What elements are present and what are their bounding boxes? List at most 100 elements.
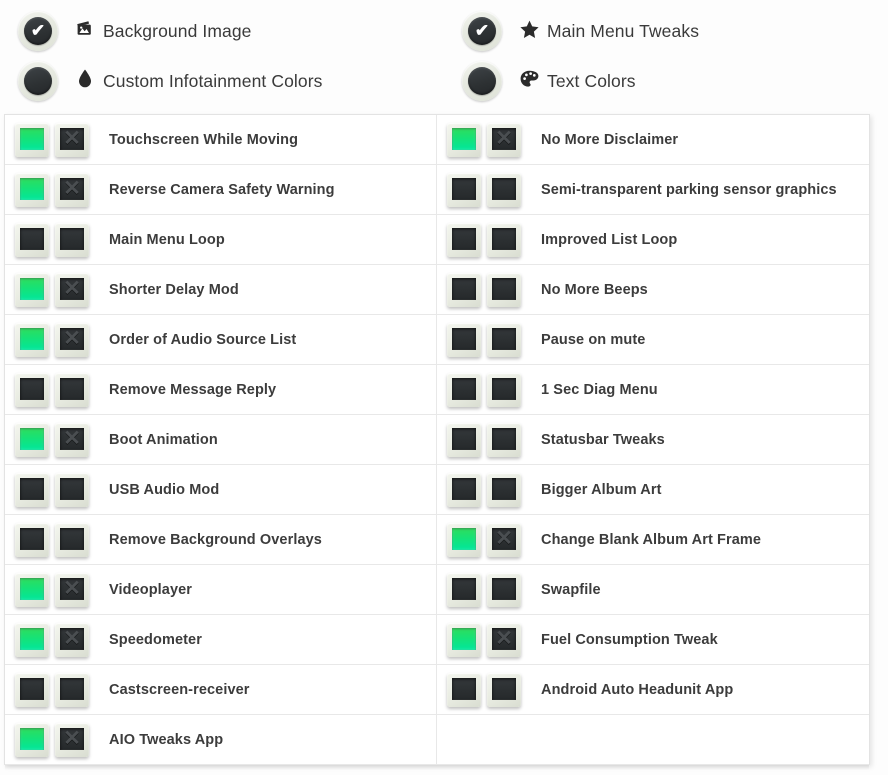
tweak-label: Fuel Consumption Tweak — [541, 631, 718, 648]
tweak-row[interactable]: ✕✕ Main Menu Loop — [5, 215, 436, 265]
toggle-face: ✕ — [20, 427, 44, 450]
enable-toggle-off[interactable]: ✕ — [447, 572, 481, 607]
enable-toggle-off[interactable]: ✕ — [15, 372, 49, 407]
enable-toggle-on[interactable]: ✕ — [15, 572, 49, 607]
tweak-toggle-group: ✕✕ — [15, 522, 95, 557]
remove-toggle-inactive[interactable]: ✕ — [487, 172, 521, 207]
tweak-row[interactable]: ✕✕Touchscreen While Moving — [5, 115, 436, 165]
remove-toggle-inactive[interactable]: ✕ — [487, 272, 521, 307]
header-toggle-item[interactable]: ✔ Main Menu Tweaks — [462, 10, 699, 52]
tweak-row[interactable]: ✕✕AIO Tweaks App — [5, 715, 436, 765]
remove-toggle-inactive[interactable]: ✕ — [487, 472, 521, 507]
enable-toggle-on[interactable]: ✕ — [447, 122, 481, 157]
enable-toggle-off[interactable]: ✕ — [15, 522, 49, 557]
tweak-row[interactable]: ✕✕Order of Audio Source List — [5, 315, 436, 365]
remove-toggle-inactive[interactable]: ✕ — [55, 722, 89, 757]
tweaks-column-right: ✕✕No More Disclaimer✕✕Semi-transparent p… — [437, 115, 869, 765]
tweak-row[interactable]: ✕ ✕ Boot Animation — [5, 415, 436, 465]
toggle-face: ✕ — [60, 277, 84, 300]
enable-toggle-off[interactable]: ✕ — [447, 672, 481, 707]
circle-toggle-checked[interactable]: ✔ — [18, 11, 58, 51]
tweak-row[interactable]: ✕✕Change Blank Album Art Frame — [437, 515, 869, 565]
enable-toggle-off[interactable]: ✕ — [447, 322, 481, 357]
remove-toggle-inactive[interactable]: ✕ — [55, 472, 89, 507]
remove-toggle-inactive[interactable]: ✕ — [487, 222, 521, 257]
tweak-row[interactable]: ✕✕Shorter Delay Mod — [5, 265, 436, 315]
tweak-row[interactable]: ✕✕ Pause on mute — [437, 315, 869, 365]
toggle-face: ✕ — [60, 527, 84, 550]
enable-toggle-off[interactable]: ✕ — [447, 422, 481, 457]
remove-toggle-inactive[interactable]: ✕ — [55, 672, 89, 707]
tweak-row[interactable]: ✕✕USB Audio Mod — [5, 465, 436, 515]
enable-toggle-off[interactable]: ✕ — [15, 472, 49, 507]
circle-toggle-unchecked[interactable]: ✔ — [462, 61, 502, 101]
remove-toggle-inactive[interactable]: ✕ — [55, 322, 89, 357]
toggle-face: ✕ — [20, 377, 44, 400]
tweak-row[interactable]: ✕✕ Fuel Consumption Tweak — [437, 615, 869, 665]
toggle-face: ✕ — [60, 677, 84, 700]
remove-toggle-inactive[interactable]: ✕ — [55, 422, 89, 457]
tweak-row[interactable]: ✕✕1 Sec Diag Menu — [437, 365, 869, 415]
tweak-row[interactable]: ✕✕Speedometer — [5, 615, 436, 665]
tweak-row[interactable]: ✕✕Videoplayer — [5, 565, 436, 615]
toggle-face: ✕ — [20, 727, 44, 750]
enable-toggle-on[interactable]: ✕ — [15, 122, 49, 157]
circle-toggle-unchecked[interactable]: ✔ — [18, 61, 58, 101]
enable-toggle-off[interactable]: ✕ — [447, 472, 481, 507]
enable-toggle-on[interactable]: ✕ — [15, 422, 49, 457]
tweak-row[interactable]: ✕✕Swapfile — [437, 565, 869, 615]
remove-toggle-inactive[interactable]: ✕ — [55, 272, 89, 307]
remove-toggle-inactive[interactable]: ✕ — [55, 622, 89, 657]
tweak-row[interactable]: ✕✕Android Auto Headunit App — [437, 665, 869, 715]
enable-toggle-on[interactable]: ✕ — [447, 622, 481, 657]
tweak-toggle-group: ✕✕ — [15, 222, 95, 257]
circle-toggle-checked[interactable]: ✔ — [462, 11, 502, 51]
enable-toggle-on[interactable]: ✕ — [15, 322, 49, 357]
remove-toggle-inactive[interactable]: ✕ — [55, 522, 89, 557]
tweak-label: Boot Animation — [109, 431, 218, 448]
enable-toggle-on[interactable]: ✕ — [15, 272, 49, 307]
remove-toggle-inactive[interactable]: ✕ — [487, 322, 521, 357]
tweak-row[interactable]: ✕✕Semi-transparent parking sensor graphi… — [437, 165, 869, 215]
tweak-row[interactable]: ✕✕Bigger Album Art — [437, 465, 869, 515]
tweak-row[interactable]: ✕✕Remove Background Overlays — [5, 515, 436, 565]
enable-toggle-off[interactable]: ✕ — [447, 272, 481, 307]
remove-toggle-inactive[interactable]: ✕ — [487, 672, 521, 707]
tweak-row[interactable]: ✕✕Improved List Loop — [437, 215, 869, 265]
header-toggle-item[interactable]: ✔ Text Colors — [462, 60, 699, 102]
toggle-face: ✕ — [20, 477, 44, 500]
remove-toggle-inactive[interactable]: ✕ — [55, 372, 89, 407]
enable-toggle-off[interactable]: ✕ — [15, 222, 49, 257]
tweak-row[interactable]: ✕✕No More Disclaimer — [437, 115, 869, 165]
x-icon: ✕ — [63, 727, 81, 750]
remove-toggle-inactive[interactable]: ✕ — [487, 122, 521, 157]
tweak-label: Main Menu Loop — [109, 231, 225, 248]
remove-toggle-inactive[interactable]: ✕ — [487, 622, 521, 657]
remove-toggle-inactive[interactable]: ✕ — [487, 422, 521, 457]
tweak-toggle-group: ✕✕ — [15, 172, 95, 207]
enable-toggle-off[interactable]: ✕ — [447, 222, 481, 257]
remove-toggle-inactive[interactable]: ✕ — [55, 222, 89, 257]
enable-toggle-off[interactable]: ✕ — [15, 672, 49, 707]
enable-toggle-off[interactable]: ✕ — [447, 372, 481, 407]
remove-toggle-inactive[interactable]: ✕ — [55, 122, 89, 157]
tweak-row[interactable]: ✕✕Reverse Camera Safety Warning — [5, 165, 436, 215]
enable-toggle-on[interactable]: ✕ — [15, 622, 49, 657]
tweak-row[interactable]: ✕✕Castscreen-receiver — [5, 665, 436, 715]
remove-toggle-inactive[interactable]: ✕ — [55, 572, 89, 607]
remove-toggle-inactive[interactable]: ✕ — [487, 522, 521, 557]
remove-toggle-inactive[interactable]: ✕ — [487, 572, 521, 607]
tweak-toggle-group: ✕✕ — [15, 122, 95, 157]
enable-toggle-on[interactable]: ✕ — [447, 522, 481, 557]
tweak-row[interactable]: ✕✕Remove Message Reply — [5, 365, 436, 415]
remove-toggle-inactive[interactable]: ✕ — [487, 372, 521, 407]
toggle-face: ✕ — [60, 427, 84, 450]
tweak-row[interactable]: ✕✕Statusbar Tweaks — [437, 415, 869, 465]
tweak-row[interactable]: ✕✕No More Beeps — [437, 265, 869, 315]
tweak-label: Pause on mute — [541, 331, 646, 348]
enable-toggle-on[interactable]: ✕ — [15, 722, 49, 757]
remove-toggle-inactive[interactable]: ✕ — [55, 172, 89, 207]
tweak-toggle-group: ✕✕ — [447, 522, 527, 557]
enable-toggle-on[interactable]: ✕ — [15, 172, 49, 207]
enable-toggle-off[interactable]: ✕ — [447, 172, 481, 207]
